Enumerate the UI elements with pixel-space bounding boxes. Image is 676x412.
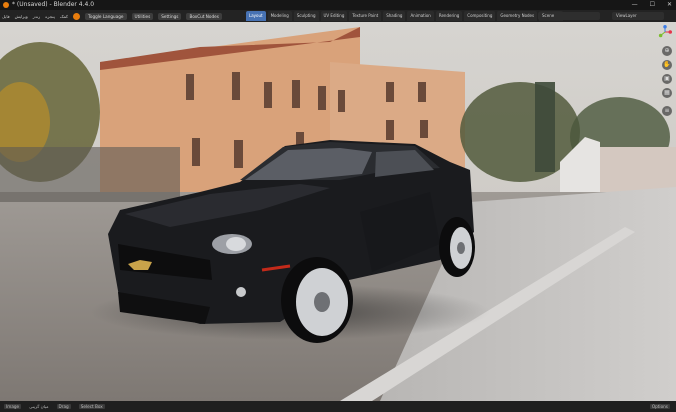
tab-texture-paint[interactable]: Texture Paint	[349, 11, 382, 21]
tab-layout[interactable]: Layout	[246, 11, 266, 21]
status-hint-text: میان گزینی	[29, 404, 49, 409]
rendered-scene	[0, 22, 676, 401]
title-bar: * (Unsaved) - Blender 4.4.0 — ☐ ✕	[0, 0, 676, 10]
status-select-box-label: Select Box	[78, 404, 105, 409]
menu-item-file[interactable]: فایل	[2, 14, 10, 19]
zoom-icon[interactable]: ⊕	[662, 46, 672, 56]
scene-selector[interactable]: Scene	[538, 12, 600, 20]
main-menu: فایل ویرایش رندر پنجره کمک Toggle Langua…	[2, 10, 222, 22]
menu-item-edit[interactable]: ویرایش	[15, 14, 28, 19]
boxcut-nodes-button[interactable]: BoxCut Nodes	[186, 12, 222, 20]
status-drag-label: Drag	[56, 404, 71, 409]
settings-button[interactable]: Settings	[158, 12, 182, 20]
3d-viewport[interactable]: ⊕ ✋ ▣ ▦ ≡	[0, 22, 676, 401]
workspace-tabs: Layout Modeling Sculpting UV Editing Tex…	[246, 11, 563, 21]
tab-rendering[interactable]: Rendering	[435, 11, 463, 21]
minimize-button[interactable]: —	[632, 0, 638, 10]
pan-hand-icon[interactable]: ✋	[662, 60, 672, 70]
tab-geometry-nodes[interactable]: Geometry Nodes	[497, 11, 538, 21]
navigation-gizmo[interactable]	[658, 24, 672, 40]
cypress-tree	[535, 82, 555, 172]
menu-item-help[interactable]: کمک	[60, 14, 68, 19]
status-image-label: Image	[4, 404, 22, 409]
status-hints: Image میان گزینی Drag Select Box	[4, 401, 105, 412]
window-controls: — ☐ ✕	[632, 0, 672, 10]
tab-animation[interactable]: Animation	[407, 11, 434, 21]
status-right: Options	[649, 401, 670, 412]
status-bar: Image میان گزینی Drag Select Box Options	[0, 401, 676, 412]
toggle-language-button[interactable]: Toggle Language	[85, 12, 127, 20]
close-button[interactable]: ✕	[667, 0, 672, 10]
menu-item-window[interactable]: پنجره	[45, 14, 55, 19]
blender-menu-icon[interactable]	[73, 12, 81, 20]
fence	[0, 147, 180, 202]
tab-compositing[interactable]: Compositing	[464, 11, 496, 21]
maximize-button[interactable]: ☐	[650, 0, 655, 10]
tab-modeling[interactable]: Modeling	[267, 11, 292, 21]
camera-icon[interactable]: ▣	[662, 74, 672, 84]
view-layer-selector[interactable]: ViewLayer	[612, 12, 664, 20]
tab-uv-editing[interactable]: UV Editing	[320, 11, 348, 21]
options-button[interactable]: Options	[649, 404, 670, 409]
perspective-grid-icon[interactable]: ▦	[662, 88, 672, 98]
menu-item-render[interactable]: رندر	[33, 14, 40, 19]
blender-logo-icon	[3, 2, 9, 8]
sidebar-toggle-icon[interactable]: ≡	[662, 106, 672, 116]
top-bar: فایل ویرایش رندر پنجره کمک Toggle Langua…	[0, 10, 676, 22]
tab-shading[interactable]: Shading	[383, 11, 406, 21]
utilities-button[interactable]: Utilities	[131, 12, 154, 20]
tab-sculpting[interactable]: Sculpting	[293, 11, 319, 21]
window-title: * (Unsaved) - Blender 4.4.0	[12, 1, 95, 8]
distant-building	[600, 147, 676, 192]
